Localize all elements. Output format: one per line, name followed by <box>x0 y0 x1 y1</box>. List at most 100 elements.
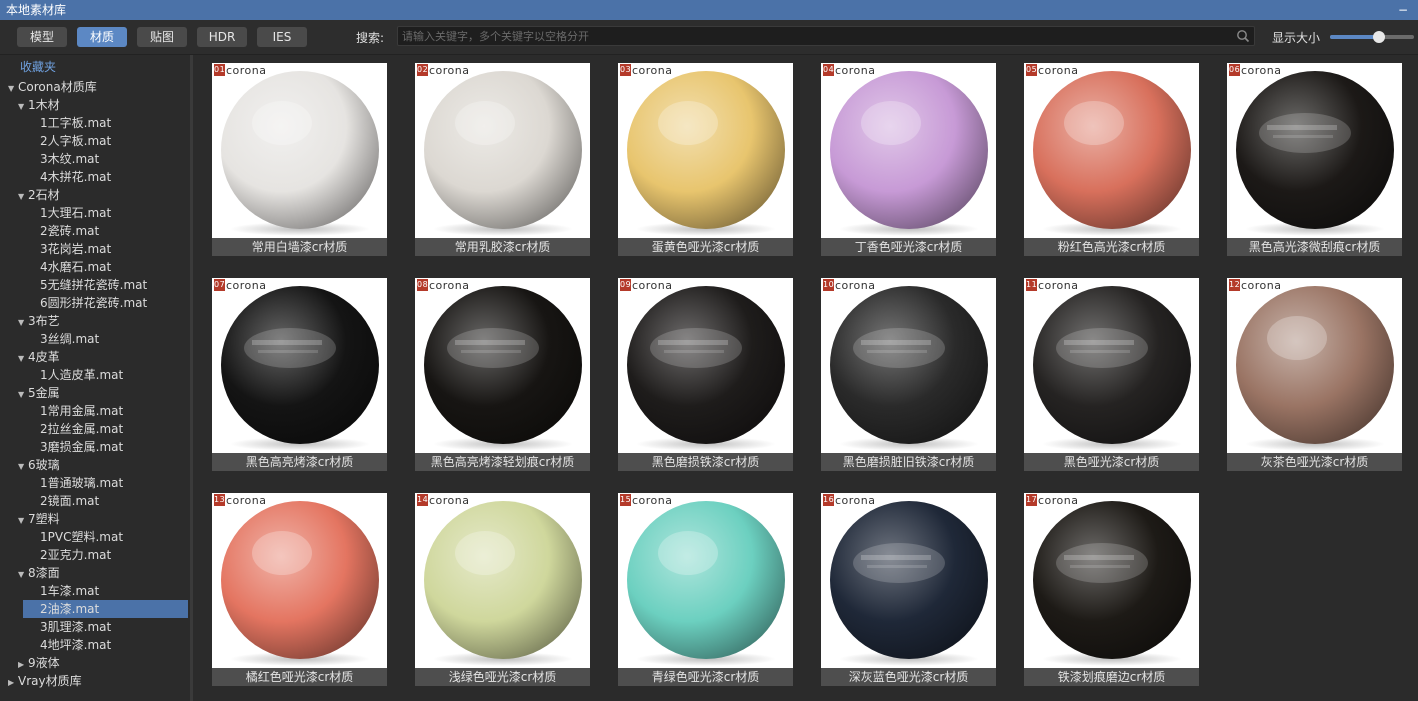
search-box <box>397 26 1255 46</box>
tree-file-item[interactable]: 2镜面.mat <box>0 492 190 510</box>
tree-file-item[interactable]: 2油漆.mat <box>23 600 188 618</box>
display-size-slider[interactable] <box>1330 31 1414 43</box>
material-thumbnail[interactable]: 05corona <box>1024 63 1199 238</box>
material-card[interactable]: 16corona 深灰蓝色哑光漆cr材质 <box>821 485 996 686</box>
material-sphere <box>830 71 988 236</box>
material-card[interactable]: 13corona 橘红色哑光漆cr材质 <box>212 485 387 686</box>
tab-ies[interactable]: IES <box>257 27 307 47</box>
tree-file-item[interactable]: 1普通玻璃.mat <box>0 474 190 492</box>
tree-folder-item[interactable]: ▼ Corona材质库 <box>0 78 190 96</box>
search-icon[interactable] <box>1236 29 1250 43</box>
material-card[interactable]: 06corona 黑色高光漆微刮痕cr材质 <box>1227 55 1402 256</box>
tree-file-item[interactable]: 2拉丝金属.mat <box>0 420 190 438</box>
minimize-icon[interactable]: − <box>1398 0 1408 20</box>
material-card[interactable]: 01corona 常用白墙漆cr材质 <box>212 55 387 256</box>
tree-file-item[interactable]: 4木拼花.mat <box>0 168 190 186</box>
material-card[interactable]: 12corona 灰茶色哑光漆cr材质 <box>1227 270 1402 471</box>
search-input[interactable] <box>402 28 1222 44</box>
material-grid: 01corona 常用白墙漆cr材质 02corona 常用乳胶漆cr材质 03coro… <box>197 55 1418 701</box>
material-thumbnail[interactable]: 13corona <box>212 493 387 668</box>
corona-badge-icon: 11 <box>1026 279 1038 291</box>
material-thumbnail[interactable]: 07corona <box>212 278 387 453</box>
material-thumbnail[interactable]: 02corona <box>415 63 590 238</box>
tree-file-item[interactable]: 3木纹.mat <box>0 150 190 168</box>
slider-handle[interactable] <box>1372 31 1385 43</box>
corona-logo: 01corona <box>214 64 267 77</box>
material-card[interactable]: 02corona 常用乳胶漆cr材质 <box>415 55 590 256</box>
tree-folder-item[interactable]: ▼ 8漆面 <box>0 564 190 582</box>
corona-logo: 14corona <box>417 494 470 507</box>
corona-logo: 04corona <box>823 64 876 77</box>
material-card[interactable]: 08corona 黑色高亮烤漆轻划痕cr材质 <box>415 270 590 471</box>
material-thumbnail[interactable]: 16corona <box>821 493 996 668</box>
tree-file-item[interactable]: 2亚克力.mat <box>0 546 190 564</box>
material-card[interactable]: 03corona 蛋黄色哑光漆cr材质 <box>618 55 793 256</box>
tree-file-item[interactable]: 3丝绸.mat <box>0 330 190 348</box>
material-thumbnail[interactable]: 11corona <box>1024 278 1199 453</box>
tree-file-item[interactable]: 6圆形拼花瓷砖.mat <box>0 294 190 312</box>
material-thumbnail[interactable]: 17corona <box>1024 493 1199 668</box>
tab-models[interactable]: 模型 <box>17 27 67 47</box>
tree-folder-item[interactable]: ▼ 5金属 <box>0 384 190 402</box>
material-card[interactable]: 09corona 黑色磨损铁漆cr材质 <box>618 270 793 471</box>
tree-folder-item[interactable]: ▼ 2石材 <box>0 186 190 204</box>
material-card[interactable]: 15corona 青绿色哑光漆cr材质 <box>618 485 793 686</box>
tree-folder-item[interactable]: ▼ 7塑料 <box>0 510 190 528</box>
display-size-label: 显示大小 <box>1272 31 1321 45</box>
tree-folder-item[interactable]: ▶ 9液体 <box>0 654 190 672</box>
tree-file-item[interactable]: 3肌理漆.mat <box>0 618 190 636</box>
material-card[interactable]: 14corona 浅绿色哑光漆cr材质 <box>415 485 590 686</box>
tree-folder-item[interactable]: ▼ 6玻璃 <box>0 456 190 474</box>
tab-hdr[interactable]: HDR <box>197 27 247 47</box>
material-label: 常用乳胶漆cr材质 <box>415 238 590 256</box>
material-thumbnail[interactable]: 14corona <box>415 493 590 668</box>
material-card[interactable]: 05corona 粉红色高光漆cr材质 <box>1024 55 1199 256</box>
tree-file-item[interactable]: 2瓷砖.mat <box>0 222 190 240</box>
corona-badge-icon: 14 <box>417 494 429 506</box>
corona-logo: 08corona <box>417 279 470 292</box>
corona-logo: 09corona <box>620 279 673 292</box>
corona-logo-text: corona <box>1038 494 1079 507</box>
material-thumbnail[interactable]: 04corona <box>821 63 996 238</box>
tab-textures[interactable]: 贴图 <box>137 27 187 47</box>
tree-file-item[interactable]: 3花岗岩.mat <box>0 240 190 258</box>
material-card[interactable]: 07corona 黑色高亮烤漆cr材质 <box>212 270 387 471</box>
tree-file-item[interactable]: 3磨损金属.mat <box>0 438 190 456</box>
tree-file-item[interactable]: 4水磨石.mat <box>0 258 190 276</box>
material-thumbnail[interactable]: 03corona <box>618 63 793 238</box>
corona-logo: 13corona <box>214 494 267 507</box>
material-thumbnail[interactable]: 12corona <box>1227 278 1402 453</box>
tree-item-label: 4水磨石.mat <box>40 260 112 274</box>
tree-file-item[interactable]: 1人造皮革.mat <box>0 366 190 384</box>
tree-file-item[interactable]: 1常用金属.mat <box>0 402 190 420</box>
tree-file-item[interactable]: 4地坪漆.mat <box>0 636 190 654</box>
tree-file-item[interactable]: 1PVC塑料.mat <box>0 528 190 546</box>
tree-folder-item[interactable]: ▼ 1木材 <box>0 96 190 114</box>
corona-logo-text: corona <box>1241 279 1282 292</box>
tree-file-item[interactable]: 1大理石.mat <box>0 204 190 222</box>
corona-logo: 05corona <box>1026 64 1079 77</box>
tree-file-item[interactable]: 1工字板.mat <box>0 114 190 132</box>
tree-folder-item[interactable]: ▼ 3布艺 <box>0 312 190 330</box>
material-card[interactable]: 17corona 铁漆划痕磨边cr材质 <box>1024 485 1199 686</box>
material-card[interactable]: 04corona 丁香色哑光漆cr材质 <box>821 55 996 256</box>
tab-materials[interactable]: 材质 <box>77 27 127 47</box>
tree-item-label: 8漆面 <box>28 566 60 580</box>
tree-file-item[interactable]: 1车漆.mat <box>0 582 190 600</box>
tree-file-item[interactable]: 5无缝拼花瓷砖.mat <box>0 276 190 294</box>
material-thumbnail[interactable]: 15corona <box>618 493 793 668</box>
tree-folder-item[interactable]: ▶ Vray材质库 <box>0 672 190 690</box>
material-thumbnail[interactable]: 08corona <box>415 278 590 453</box>
tree-item-label: 2油漆.mat <box>40 602 100 616</box>
material-thumbnail[interactable]: 09corona <box>618 278 793 453</box>
material-thumbnail[interactable]: 06corona <box>1227 63 1402 238</box>
collapse-arrow-icon[interactable]: ▶ <box>8 674 18 692</box>
window-title: 本地素材库 <box>6 3 67 17</box>
material-card[interactable]: 10corona 黑色磨损脏旧铁漆cr材质 <box>821 270 996 471</box>
favorites-link[interactable]: 收藏夹 <box>20 58 56 75</box>
tree-folder-item[interactable]: ▼ 4皮革 <box>0 348 190 366</box>
material-card[interactable]: 11corona 黑色哑光漆cr材质 <box>1024 270 1199 471</box>
material-thumbnail[interactable]: 10corona <box>821 278 996 453</box>
material-thumbnail[interactable]: 01corona <box>212 63 387 238</box>
tree-file-item[interactable]: 2人字板.mat <box>0 132 190 150</box>
